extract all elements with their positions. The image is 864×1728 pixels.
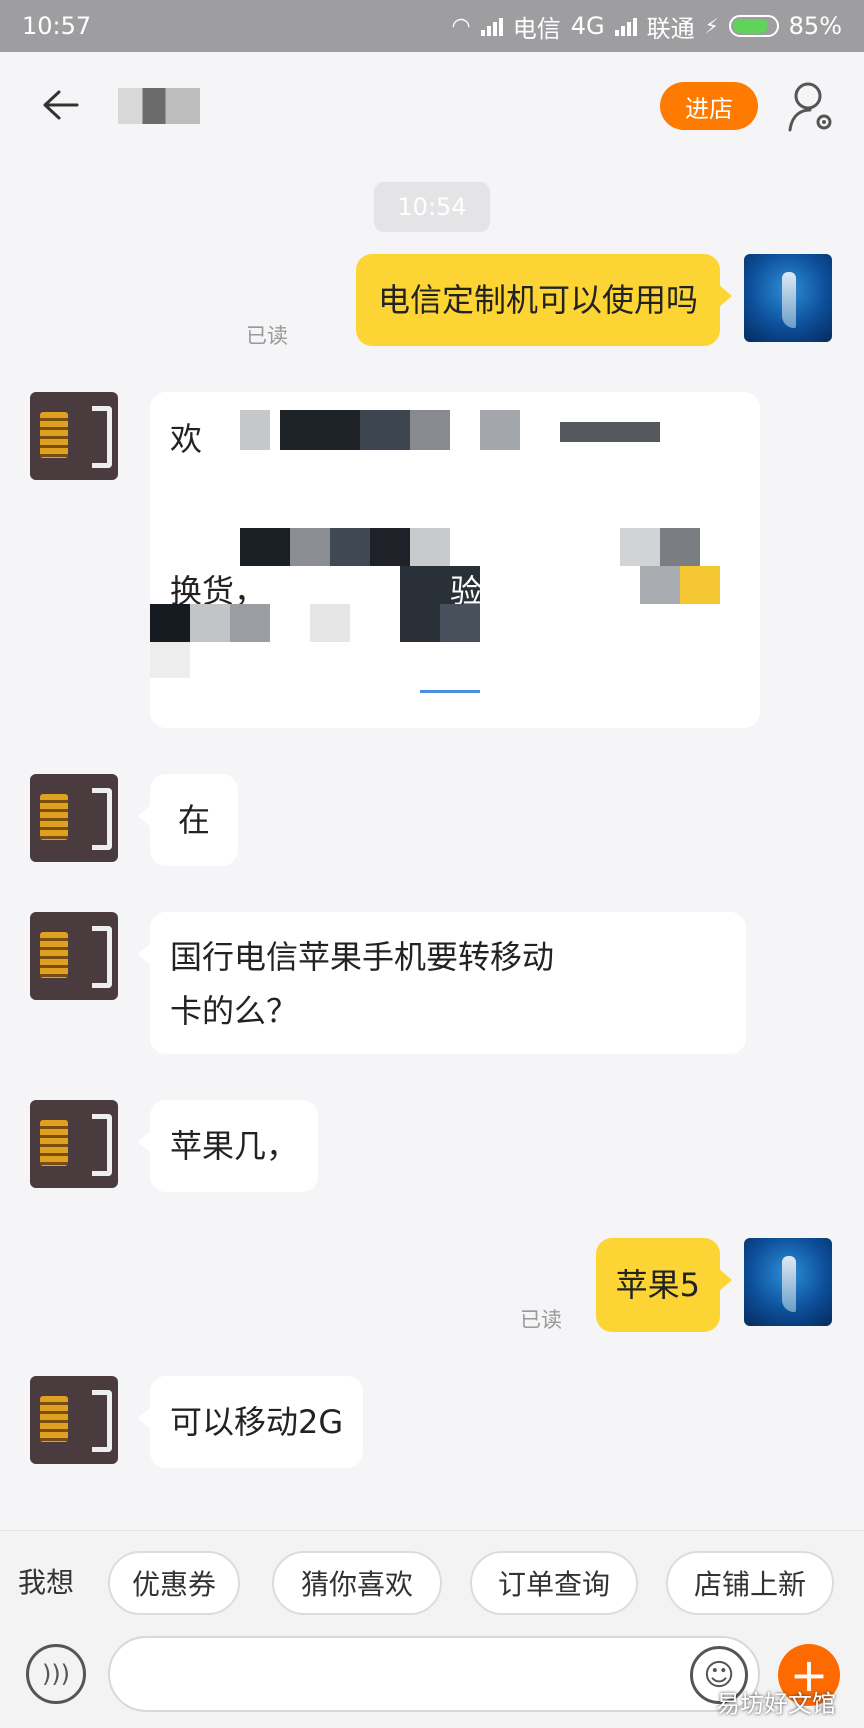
- voice-icon: ))): [41, 1660, 71, 1688]
- my-message-bubble[interactable]: 电信定制机可以使用吗: [355, 254, 733, 346]
- carrier-1: 电信: [512, 14, 561, 43]
- battery-icon: [728, 15, 779, 37]
- shop-avatar[interactable]: [30, 774, 118, 862]
- shop-message-bubble[interactable]: 在: [137, 774, 239, 866]
- voice-button[interactable]: ))): [26, 1644, 86, 1704]
- message-input[interactable]: [108, 1636, 760, 1712]
- my-avatar[interactable]: [744, 1238, 832, 1326]
- quick-reply-new-arrivals[interactable]: 店铺上新: [666, 1551, 834, 1615]
- obscured-fragment: 欢: [170, 420, 203, 458]
- read-status: 已读: [246, 324, 288, 348]
- user-settings-icon[interactable]: [786, 78, 836, 134]
- shop-message-bubble[interactable]: 苹果几，: [137, 1100, 319, 1192]
- enter-store-button[interactable]: 进店: [660, 82, 758, 130]
- my-avatar[interactable]: [744, 254, 832, 342]
- shop-name-obscured: [118, 88, 200, 124]
- battery-level: 85%: [788, 12, 842, 40]
- watermark: 易坊好文馆: [716, 1690, 836, 1718]
- back-button[interactable]: [36, 80, 86, 130]
- quick-reply-bar: 我想 优惠券 猜你喜欢 订单查询 店铺上新: [0, 1530, 864, 1630]
- charging-icon: ⚡: [704, 14, 719, 38]
- wifi-icon: ◠: [451, 13, 471, 39]
- chat-header: 进店: [0, 52, 864, 160]
- status-bar: 10:57 ◠ 电信 4G 联通 ⚡ 85%: [0, 0, 864, 52]
- quick-reply-coupon[interactable]: 优惠券: [108, 1551, 240, 1615]
- carrier-2: 联通: [646, 14, 695, 43]
- network-type: 4G: [570, 12, 605, 40]
- shop-message-bubble[interactable]: 国行电信苹果手机要转移动 卡的么？: [138, 912, 746, 1054]
- shop-avatar[interactable]: [30, 912, 118, 1000]
- arrow-left-icon: [43, 90, 79, 120]
- shop-avatar[interactable]: [30, 1376, 118, 1464]
- chat-timestamp: 10:54: [374, 182, 490, 232]
- quick-reply-order-query[interactable]: 订单查询: [470, 1551, 638, 1615]
- obscured-message-bubble: 欢 换货， 验退货: [150, 392, 760, 728]
- shop-message-bubble[interactable]: 可以移动2G: [137, 1376, 364, 1468]
- my-message-bubble[interactable]: 苹果5: [595, 1238, 733, 1332]
- signal-icon: [480, 16, 503, 36]
- read-status: 已读: [520, 1308, 562, 1332]
- shop-avatar[interactable]: [30, 392, 118, 480]
- signal-icon: [614, 16, 637, 36]
- quick-reply-recommend[interactable]: 猜你喜欢: [272, 1551, 442, 1615]
- status-time: 10:57: [22, 12, 92, 40]
- shop-avatar[interactable]: [30, 1100, 118, 1188]
- quick-reply-label: 我想: [18, 1566, 75, 1599]
